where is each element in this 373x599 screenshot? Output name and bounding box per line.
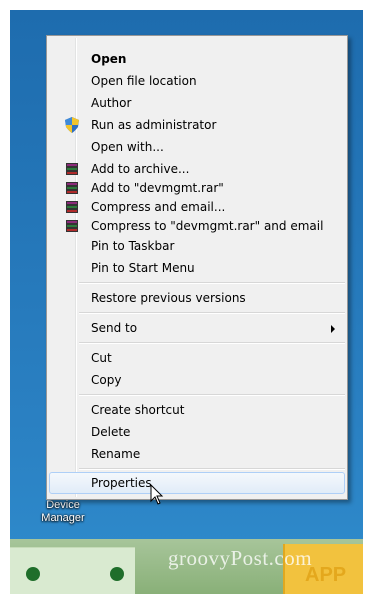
menu-item-label: Open bbox=[91, 52, 127, 66]
menu-item-properties[interactable]: Properties bbox=[49, 472, 345, 494]
green-dot-icon bbox=[110, 567, 124, 581]
menu-item-label: Rename bbox=[91, 447, 141, 461]
context-menu: Open Open file location Author Run as ad… bbox=[46, 35, 348, 500]
menu-item-cut[interactable]: Cut bbox=[49, 347, 345, 369]
menu-item-label: Open with... bbox=[91, 140, 164, 154]
winrar-icon bbox=[66, 201, 78, 213]
menu-item-restore-previous-versions[interactable]: Restore previous versions bbox=[49, 287, 345, 309]
menu-item-open-with[interactable]: Open with... bbox=[49, 136, 345, 158]
menu-item-open[interactable]: Open bbox=[49, 48, 345, 70]
menu-item-copy[interactable]: Copy bbox=[49, 369, 345, 391]
menu-item-label: Properties bbox=[91, 476, 152, 490]
menu-item-delete[interactable]: Delete bbox=[49, 421, 345, 443]
winrar-icon bbox=[66, 163, 78, 175]
menu-item-label: Run as administrator bbox=[91, 118, 217, 132]
menu-item-label: Copy bbox=[91, 373, 122, 387]
uac-shield-icon bbox=[65, 117, 79, 133]
menu-item-label: Pin to Start Menu bbox=[91, 261, 195, 275]
icon-label-line1: Device bbox=[46, 499, 80, 511]
menu-item-label: Send to bbox=[91, 321, 138, 335]
menu-item-label: Pin to Taskbar bbox=[91, 239, 175, 253]
menu-item-open-file-location[interactable]: Open file location bbox=[49, 70, 345, 92]
menu-item-label: Compress to "devmgmt.rar" and email bbox=[91, 219, 324, 233]
menu-item-pin-to-start-menu[interactable]: Pin to Start Menu bbox=[49, 257, 345, 279]
submenu-arrow-icon bbox=[331, 325, 335, 333]
menu-separator bbox=[79, 282, 345, 284]
mouse-pointer-icon bbox=[150, 484, 164, 505]
menu-item-label: Create shortcut bbox=[91, 403, 185, 417]
menu-item-label: Author bbox=[91, 96, 132, 110]
menu-item-label: Restore previous versions bbox=[91, 291, 246, 305]
menu-item-label: Delete bbox=[91, 425, 131, 439]
menu-item-rename[interactable]: Rename bbox=[49, 443, 345, 465]
watermark: groovyPost.com bbox=[168, 546, 313, 570]
menu-separator bbox=[79, 312, 345, 314]
menu-separator bbox=[79, 394, 345, 396]
menu-separator bbox=[79, 342, 345, 344]
menu-item-label: Open file location bbox=[91, 74, 197, 88]
menu-item-compress-to-rar-and-email[interactable]: Compress to "devmgmt.rar" and email bbox=[49, 215, 345, 237]
menu-separator bbox=[79, 468, 345, 470]
winrar-icon bbox=[66, 220, 78, 232]
menu-item-pin-to-taskbar[interactable]: Pin to Taskbar bbox=[49, 235, 345, 257]
menu-item-create-shortcut[interactable]: Create shortcut bbox=[49, 399, 345, 421]
icon-label-line2: Manager bbox=[41, 512, 85, 524]
menu-item-send-to[interactable]: Send to bbox=[49, 317, 345, 339]
winrar-icon bbox=[66, 182, 78, 194]
menu-item-run-as-administrator[interactable]: Run as administrator bbox=[49, 114, 345, 136]
green-dot-icon bbox=[26, 567, 40, 581]
menu-item-author[interactable]: Author bbox=[49, 92, 345, 114]
menu-item-label: Cut bbox=[91, 351, 112, 365]
